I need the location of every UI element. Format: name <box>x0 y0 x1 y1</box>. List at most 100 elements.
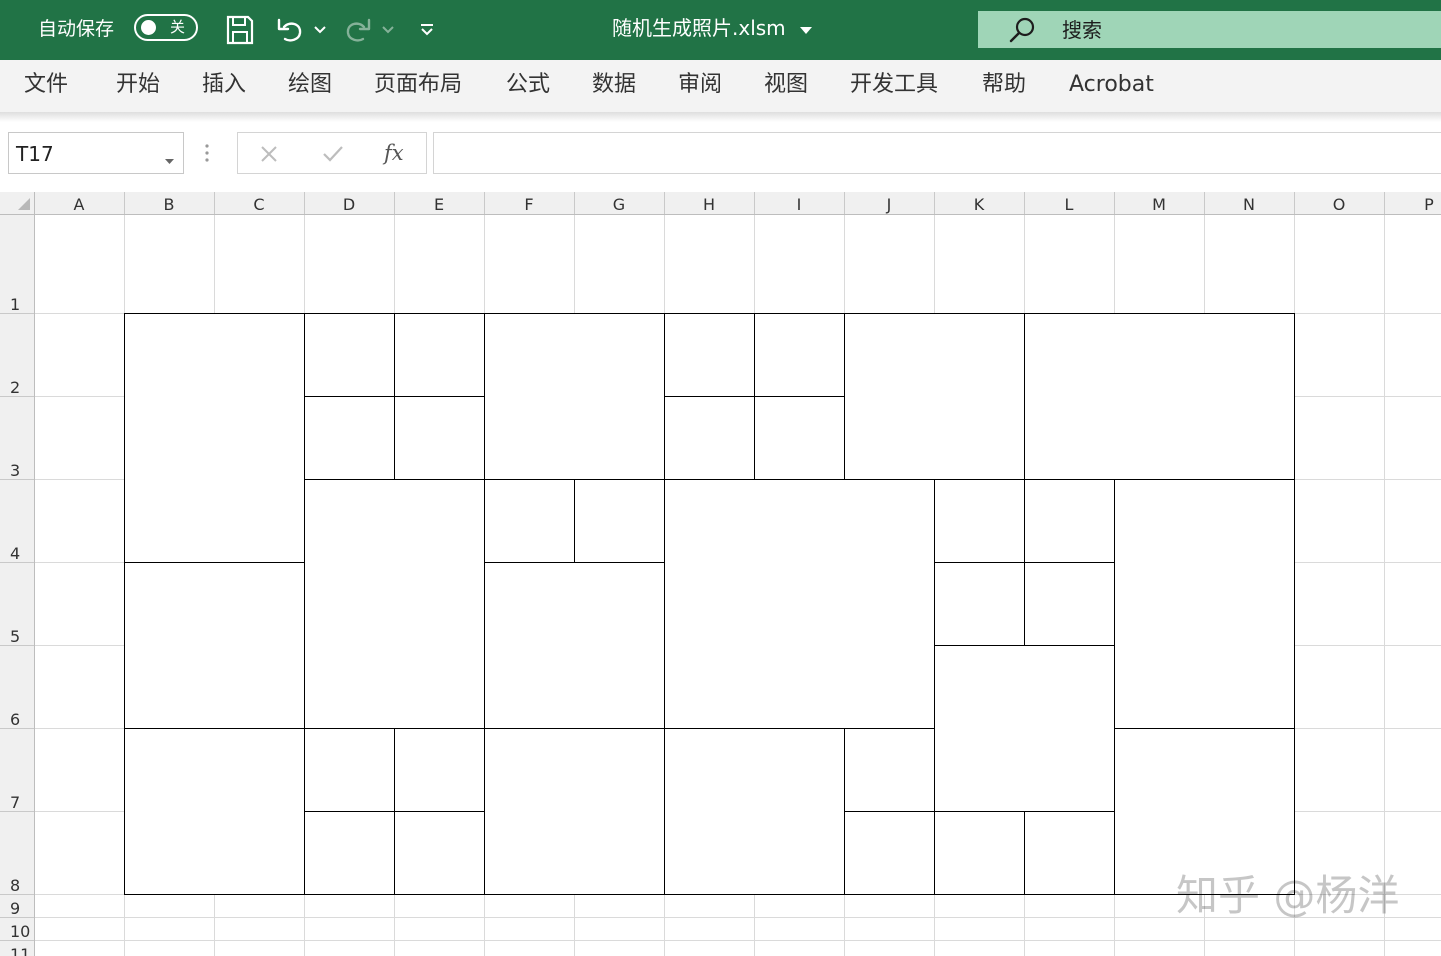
ribbon-tabs: 文件 开始 插入 绘图 页面布局 公式 数据 审阅 视图 开发工具 帮助 Acr… <box>0 60 1441 112</box>
row-header-1[interactable]: 1 <box>10 295 20 314</box>
autosave-toggle[interactable]: 关 <box>134 14 198 41</box>
merged-region-fill <box>484 562 664 728</box>
tab-page-layout[interactable]: 页面布局 <box>374 70 462 100</box>
column-header-f[interactable]: F <box>524 195 533 214</box>
ribbon-divider <box>0 112 1441 122</box>
column-header-g[interactable]: G <box>613 195 625 214</box>
search-label: 搜索 <box>1062 18 1102 42</box>
save-icon[interactable] <box>222 12 258 48</box>
chevron-down-icon[interactable] <box>165 150 174 169</box>
tab-file[interactable]: 文件 <box>24 70 68 100</box>
insert-function-icon[interactable]: fx <box>384 138 404 168</box>
merged-region-fill <box>754 313 844 396</box>
tab-draw[interactable]: 绘图 <box>288 70 332 100</box>
column-header-l[interactable]: L <box>1065 195 1074 214</box>
merged-region-fill <box>484 728 664 894</box>
name-box[interactable]: T17 <box>8 132 184 174</box>
merged-region-fill <box>1024 313 1294 479</box>
formula-bar-grip-icon[interactable] <box>204 143 210 167</box>
merged-region-fill <box>1114 479 1294 728</box>
merged-region-fill <box>844 313 1024 479</box>
merged-region-fill <box>574 479 664 562</box>
worksheet-grid[interactable]: A B C D E F G H I J K L M N O P 1 2 3 4 5 6 7 8 9 10 11 <box>0 192 1441 956</box>
column-header-e[interactable]: E <box>434 195 444 214</box>
row-header-7[interactable]: 7 <box>10 793 20 812</box>
row-header-5[interactable]: 5 <box>10 627 20 646</box>
merged-region-fill <box>664 313 754 396</box>
title-bar: 自动保存 关 随机生成照片.xlsm 搜索 <box>0 0 1441 60</box>
merged-region-fill <box>754 396 844 479</box>
tab-developer[interactable]: 开发工具 <box>850 70 938 100</box>
tab-formulas[interactable]: 公式 <box>506 70 550 100</box>
toggle-knob <box>141 20 156 35</box>
row-header-10[interactable]: 10 <box>10 922 30 941</box>
column-header-p[interactable]: P <box>1424 195 1434 214</box>
column-header-a[interactable]: A <box>74 195 85 214</box>
merged-region-fill <box>124 313 304 562</box>
row-header-2[interactable]: 2 <box>10 378 20 397</box>
merged-region-fill <box>394 313 484 396</box>
merged-region-fill <box>1024 811 1114 894</box>
row-header-8[interactable]: 8 <box>10 876 20 895</box>
autosave-state-label: 关 <box>170 18 186 36</box>
name-box-value: T17 <box>16 142 54 166</box>
column-header-j[interactable]: J <box>886 195 892 214</box>
row-header-6[interactable]: 6 <box>10 710 20 729</box>
merged-region-fill <box>1024 562 1114 645</box>
worksheet-canvas[interactable]: A B C D E F G H I J K L M N O P 1 2 3 4 5 6 7 8 9 10 11 <box>0 192 1441 956</box>
undo-icon[interactable] <box>272 12 308 48</box>
redo-dropdown-icon[interactable] <box>378 12 398 48</box>
merged-region-fill <box>664 728 844 894</box>
merged-region-fill <box>124 562 304 728</box>
merged-region-fill <box>124 728 304 894</box>
column-header-c[interactable]: C <box>253 195 264 214</box>
tab-home[interactable]: 开始 <box>116 70 160 100</box>
column-header-bar <box>0 192 1441 214</box>
file-title[interactable]: 随机生成照片.xlsm <box>612 13 786 43</box>
tab-insert[interactable]: 插入 <box>202 70 246 100</box>
merged-region-fill <box>484 479 574 562</box>
tab-help[interactable]: 帮助 <box>982 70 1026 100</box>
merged-region-fill <box>934 479 1024 562</box>
column-header-n[interactable]: N <box>1243 195 1255 214</box>
row-header-4[interactable]: 4 <box>10 544 20 563</box>
merged-region-fill <box>304 396 394 479</box>
row-header-3[interactable]: 3 <box>10 461 20 480</box>
row-header-11[interactable]: 11 <box>10 945 30 956</box>
merged-region-fill <box>1024 479 1114 562</box>
checkmark-icon[interactable] <box>322 145 344 167</box>
column-header-d[interactable]: D <box>343 195 355 214</box>
redo-icon[interactable] <box>340 12 376 48</box>
column-header-h[interactable]: H <box>703 195 715 214</box>
column-header-b[interactable]: B <box>164 195 175 214</box>
autosave-label: 自动保存 <box>38 18 115 40</box>
cancel-icon[interactable] <box>259 144 279 168</box>
undo-dropdown-icon[interactable] <box>310 12 330 48</box>
chevron-down-icon[interactable] <box>800 20 812 39</box>
tab-review[interactable]: 审阅 <box>678 70 722 100</box>
formula-bar-buttons: fx <box>237 132 427 174</box>
merged-region-fill <box>304 479 484 728</box>
customize-toolbar-icon[interactable] <box>414 12 440 48</box>
merged-region-fill <box>664 479 934 728</box>
row-header-9[interactable]: 9 <box>10 899 20 918</box>
merged-region-fill <box>934 562 1024 645</box>
merged-region-fill <box>394 396 484 479</box>
column-header-o[interactable]: O <box>1333 195 1346 214</box>
tab-acrobat[interactable]: Acrobat <box>1069 70 1154 100</box>
tab-data[interactable]: 数据 <box>592 70 636 100</box>
merged-region-fill <box>844 811 934 894</box>
merged-region-fill <box>304 728 394 811</box>
tab-view[interactable]: 视图 <box>764 70 808 100</box>
merged-region-fill <box>934 811 1024 894</box>
merged-region-fill <box>844 728 934 811</box>
merged-region-fill <box>484 313 664 479</box>
search-input[interactable]: 搜索 <box>978 11 1441 48</box>
column-header-k[interactable]: K <box>974 195 985 214</box>
merged-region-fill <box>664 396 754 479</box>
merged-region-fill <box>304 811 394 894</box>
merged-region-fill <box>394 728 484 811</box>
formula-input[interactable] <box>433 132 1441 174</box>
column-header-m[interactable]: M <box>1152 195 1166 214</box>
column-header-i[interactable]: I <box>797 195 802 214</box>
